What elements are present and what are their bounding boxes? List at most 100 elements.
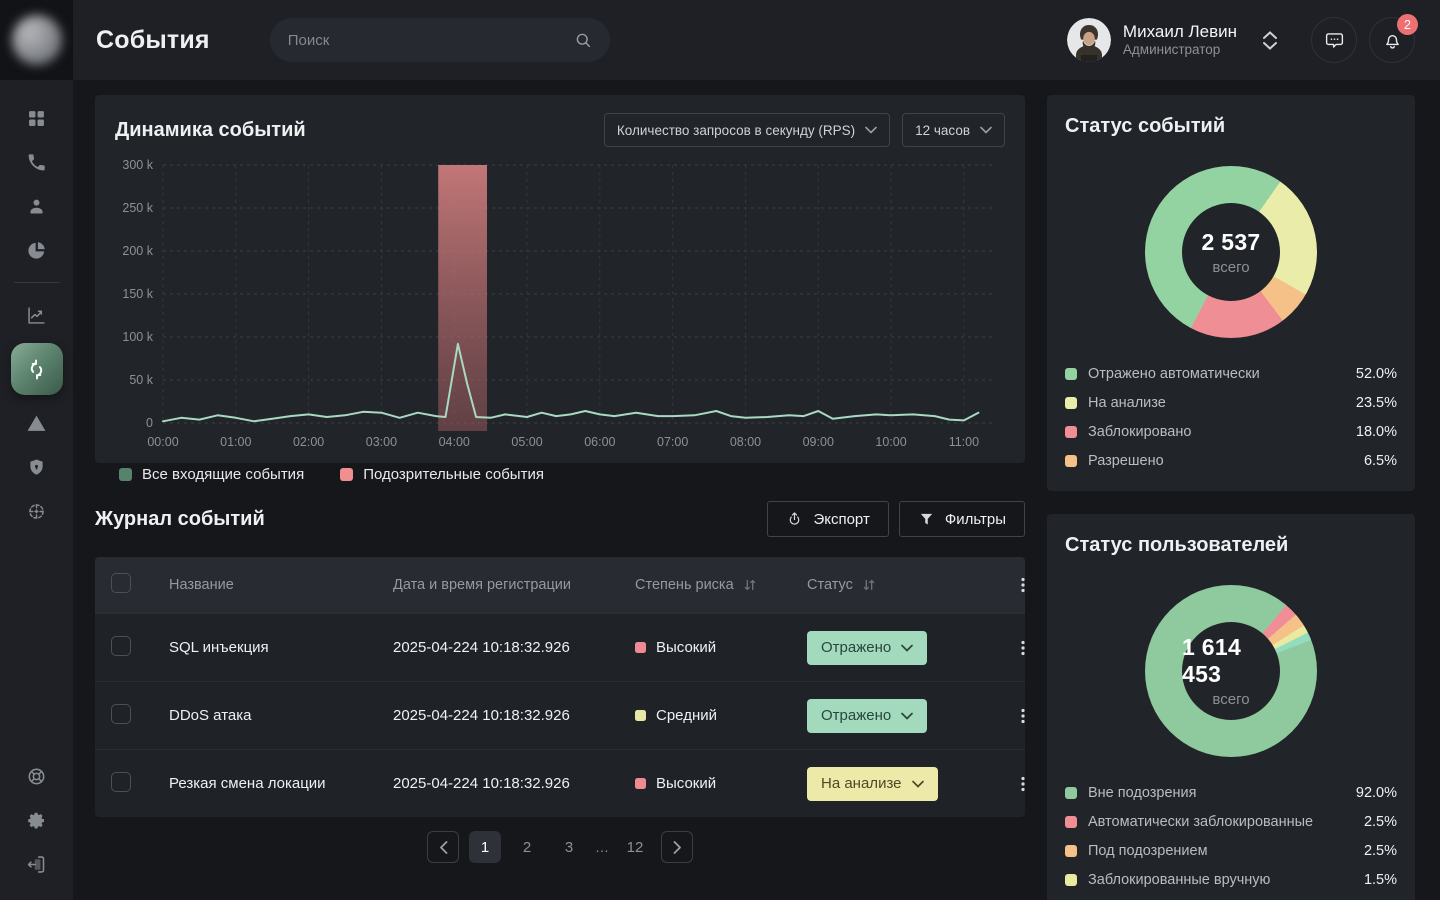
page-button-2[interactable]: 2 — [511, 831, 543, 863]
users-status-donut[interactable]: 1 614 453 всего — [1145, 585, 1317, 757]
column-risk[interactable]: Степень риска — [635, 577, 807, 593]
app-logo[interactable] — [0, 0, 73, 80]
chart-title: Динамика событий — [115, 119, 306, 142]
status-dropdown[interactable]: На анализе — [807, 767, 938, 801]
row-menu-button[interactable] — [1003, 696, 1025, 736]
status-legend-swatch — [1065, 845, 1077, 857]
next-page-button[interactable] — [661, 831, 693, 863]
pagination: 123…12 — [95, 831, 1025, 863]
sidebar-item-user[interactable] — [15, 184, 59, 228]
svg-text:0: 0 — [146, 416, 153, 430]
status-legend-pct: 2.5% — [1364, 814, 1397, 830]
row-menu-button[interactable] — [1003, 764, 1025, 804]
status-legend-item: Вне подозрения 92.0% — [1065, 785, 1397, 801]
phone-icon — [26, 152, 47, 173]
sidebar-item-trend-chart[interactable] — [15, 293, 59, 337]
chart-legend: Все входящие события Подозрительные собы… — [119, 466, 1005, 483]
event-risk: Средний — [635, 707, 807, 724]
events-status-legend: Отражено автоматически 52.0% На анализе … — [1065, 366, 1397, 469]
row-checkbox[interactable] — [111, 704, 131, 724]
user-menu-expander[interactable] — [1263, 31, 1277, 50]
event-datetime: 2025-04-224 10:18:32.926 — [393, 775, 635, 792]
svg-text:04:00: 04:00 — [439, 435, 470, 449]
status-dropdown[interactable]: Отражено — [807, 631, 927, 665]
row-checkbox[interactable] — [111, 636, 131, 656]
column-status[interactable]: Статус — [807, 577, 1003, 593]
select-all-checkbox[interactable] — [111, 573, 131, 593]
risk-label: Высокий — [656, 775, 716, 792]
sidebar-item-support[interactable] — [15, 754, 59, 798]
svg-text:250 k: 250 k — [122, 201, 153, 215]
svg-text:07:00: 07:00 — [657, 435, 688, 449]
row-menu-button[interactable] — [1003, 628, 1025, 668]
status-legend-item: Автоматически заблокированные 2.5% — [1065, 814, 1397, 830]
status-legend-pct: 2.5% — [1364, 843, 1397, 859]
chevron-down-icon — [912, 780, 924, 788]
topbar: События — [73, 0, 1440, 80]
avatar-image — [1067, 18, 1111, 62]
range-dropdown[interactable]: 12 часов — [902, 113, 1005, 147]
sidebar-divider — [14, 282, 60, 283]
search-bar[interactable] — [270, 18, 610, 62]
sidebar-item-logout[interactable] — [15, 842, 59, 886]
sidebar-item-pie-chart[interactable] — [15, 228, 59, 272]
row-checkbox[interactable] — [111, 772, 131, 792]
page-button-12[interactable]: 12 — [619, 831, 651, 863]
sidebar-nav — [0, 80, 73, 900]
user-name: Михаил Левин — [1123, 21, 1237, 42]
filters-label: Фильтры — [945, 511, 1006, 528]
sidebar-item-settings[interactable] — [15, 798, 59, 842]
event-risk: Высокий — [635, 775, 807, 792]
sidebar-item-sync-events[interactable] — [11, 343, 63, 395]
chevron-down-icon — [865, 126, 877, 134]
column-name[interactable]: Название — [169, 577, 393, 593]
dashboard-icon — [26, 108, 47, 129]
events-status-donut[interactable]: 2 537 всего — [1145, 166, 1317, 338]
users-total-label: всего — [1212, 691, 1249, 708]
status-legend-label: На анализе — [1088, 395, 1166, 411]
status-dropdown[interactable]: Отражено — [807, 699, 927, 733]
status-legend-item: Заблокировано 18.0% — [1065, 424, 1397, 440]
filters-button[interactable]: Фильтры — [899, 501, 1025, 537]
events-table: Название Дата и время регистрации Степен… — [95, 557, 1025, 817]
messages-button[interactable] — [1311, 17, 1357, 63]
search-input[interactable] — [288, 32, 574, 49]
chevron-left-icon — [439, 841, 448, 854]
status-legend-label: Отражено автоматически — [1088, 366, 1260, 382]
status-legend-label: Заблокировано — [1088, 424, 1191, 440]
svg-text:50 k: 50 k — [129, 373, 153, 387]
export-button[interactable]: Экспорт — [767, 501, 888, 537]
sidebar-item-dashboard[interactable] — [15, 96, 59, 140]
svg-text:02:00: 02:00 — [293, 435, 324, 449]
svg-text:00:00: 00:00 — [147, 435, 178, 449]
prev-page-button[interactable] — [427, 831, 459, 863]
sidebar-item-phone[interactable] — [15, 140, 59, 184]
sidebar-item-shield[interactable] — [15, 445, 59, 489]
status-legend-swatch — [1065, 874, 1077, 886]
metric-dropdown[interactable]: Количество запросов в секунду (RPS) — [604, 113, 890, 147]
page-button-1[interactable]: 1 — [469, 831, 501, 863]
avatar[interactable] — [1067, 18, 1111, 62]
content: Динамика событий Количество запросов в с… — [73, 80, 1440, 900]
sort-icon[interactable] — [742, 577, 758, 593]
table-menu-button[interactable] — [1003, 565, 1025, 605]
sidebar-item-globe[interactable] — [15, 489, 59, 533]
column-datetime[interactable]: Дата и время регистрации — [393, 577, 635, 593]
status-legend-item: На анализе 23.5% — [1065, 395, 1397, 411]
sort-icon[interactable] — [861, 577, 877, 593]
page-button-3[interactable]: 3 — [553, 831, 585, 863]
logout-icon — [26, 854, 47, 875]
notification-badge: 2 — [1397, 14, 1418, 35]
status-legend-label: Под подозрением — [1088, 843, 1208, 859]
kebab-icon — [1014, 707, 1025, 725]
events-total: 2 537 — [1201, 229, 1260, 256]
status-legend-pct: 1.5% — [1364, 872, 1397, 888]
journal-title: Журнал событий — [95, 508, 265, 531]
notifications-button[interactable]: 2 — [1369, 17, 1415, 63]
svg-text:150 k: 150 k — [122, 287, 153, 301]
risk-swatch — [635, 778, 646, 789]
events-line-chart[interactable]: 300 k250 k200 k150 k100 k50 k000:0001:00… — [115, 153, 1005, 458]
table-header: Название Дата и время регистрации Степен… — [95, 557, 1025, 613]
status-legend-pct: 52.0% — [1356, 366, 1397, 382]
sidebar-item-warning[interactable] — [15, 401, 59, 445]
